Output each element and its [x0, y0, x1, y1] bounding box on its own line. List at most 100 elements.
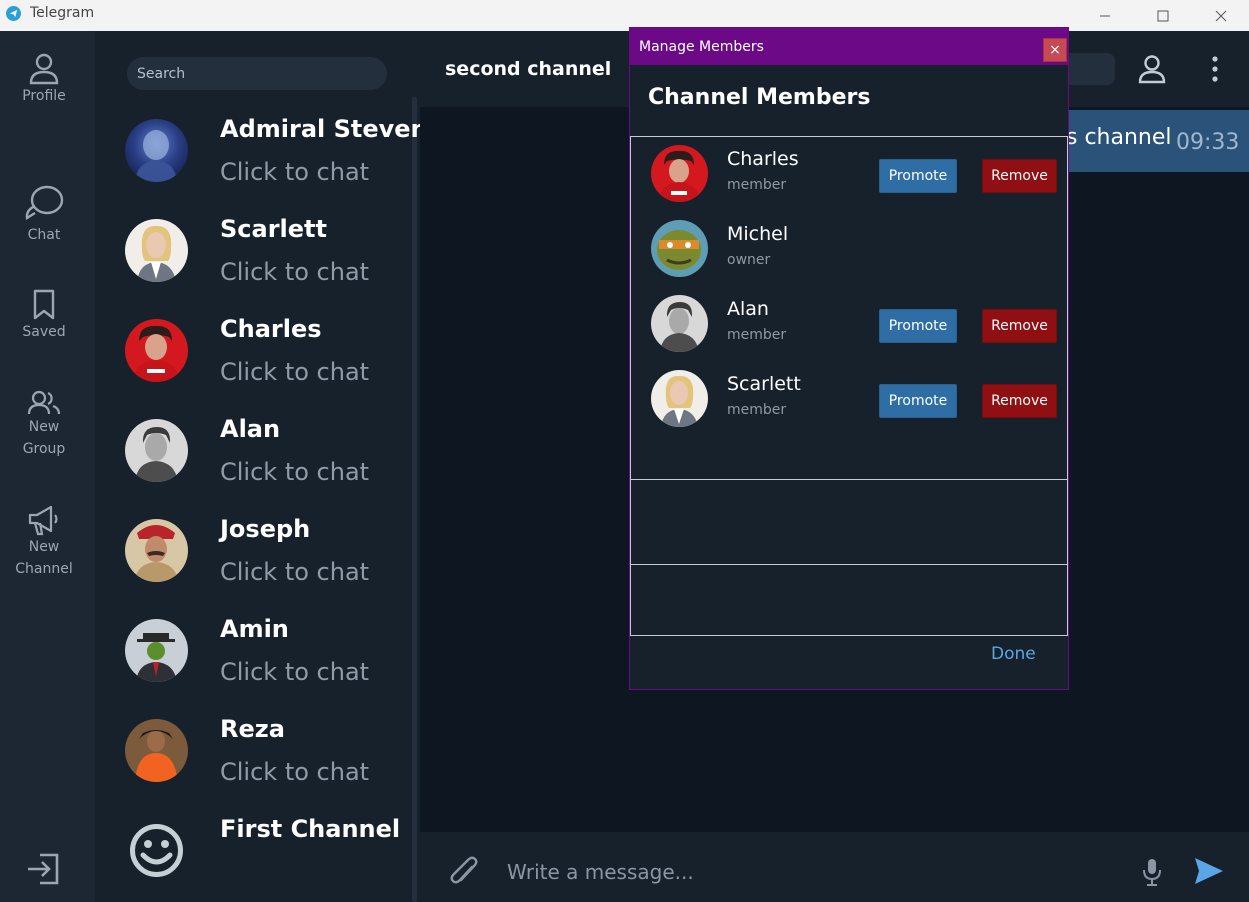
more-options-button[interactable] — [1208, 53, 1222, 89]
channel-members-heading: Channel Members — [648, 85, 871, 110]
microphone-icon — [1143, 859, 1161, 886]
chat-list-scrollbar[interactable] — [412, 97, 417, 902]
chat-item-subtitle: Click to chat — [220, 558, 370, 586]
search-input[interactable]: Search — [127, 57, 387, 90]
chat-item-name: Joseph — [220, 515, 311, 543]
member-row-scarlett: Scarlett member Promote Remove — [651, 370, 1061, 430]
chat-item-subtitle: Click to chat — [220, 158, 370, 186]
close-window-button[interactable] — [1192, 0, 1249, 31]
rail-profile[interactable]: Profile — [0, 51, 88, 107]
rail-new-group[interactable]: New Group — [0, 390, 88, 460]
dialog-section-empty-2 — [630, 564, 1068, 636]
rail-chat-label: Chat — [27, 227, 61, 243]
chat-item-admiral-steven[interactable]: Admiral Steven Click to chat — [125, 115, 428, 219]
voice-button[interactable] — [1142, 858, 1162, 890]
avatar — [651, 370, 708, 427]
member-name: Michel — [727, 223, 789, 245]
chat-item-name: Admiral Steven — [220, 115, 428, 143]
avatar — [651, 295, 708, 352]
send-button[interactable] — [1194, 857, 1224, 889]
chat-item-joseph[interactable]: Joseph Click to chat — [125, 515, 405, 619]
member-name: Scarlett — [727, 373, 801, 395]
avatar — [125, 719, 188, 782]
chat-item-subtitle: Click to chat — [220, 458, 370, 486]
avatar — [651, 145, 708, 202]
avatar — [125, 219, 188, 282]
send-icon — [1195, 858, 1223, 884]
attach-button[interactable] — [450, 855, 480, 893]
member-name: Alan — [727, 298, 769, 320]
manage-members-dialog: Manage Members × Channel Members Charles… — [629, 27, 1069, 690]
message-time: 09:33 — [1176, 130, 1240, 155]
avatar — [125, 619, 188, 682]
chat-item-subtitle: Click to chat — [220, 758, 370, 786]
chat-item-charles[interactable]: Charles Click to chat — [125, 315, 405, 419]
chat-item-first-channel[interactable]: First Channel — [125, 815, 405, 902]
minimize-icon — [1100, 15, 1110, 16]
avatar — [125, 419, 188, 482]
rail-profile-label: Profile — [22, 88, 66, 104]
rail-new-channel-label-1: New — [28, 539, 60, 555]
maximize-button[interactable] — [1134, 0, 1192, 31]
rail-new-channel[interactable]: New Channel — [0, 504, 88, 580]
chat-item-amin[interactable]: Amin Click to chat — [125, 615, 405, 719]
person-icon — [1138, 55, 1166, 84]
chat-item-subtitle: Click to chat — [220, 358, 370, 386]
rail-chat[interactable]: Chat — [0, 184, 88, 246]
chat-bubbles-icon — [25, 185, 64, 221]
rail-saved[interactable]: Saved — [0, 289, 88, 343]
chat-item-name: First Channel — [220, 815, 401, 843]
member-row-alan: Alan member Promote Remove — [651, 295, 1061, 355]
more-vertical-icon — [1212, 56, 1218, 82]
logout-button[interactable] — [26, 851, 62, 891]
channel-title: second channel — [445, 58, 612, 80]
member-name: Charles — [727, 148, 799, 170]
remove-button[interactable]: Remove — [982, 309, 1057, 343]
dialog-close-button[interactable]: × — [1043, 38, 1067, 62]
promote-button[interactable]: Promote — [879, 309, 957, 343]
member-row-charles: Charles member Promote Remove — [651, 145, 1061, 205]
remove-button[interactable]: Remove — [982, 384, 1057, 418]
minimize-button[interactable] — [1076, 0, 1134, 31]
dialog-title-bar: Manage Members — [630, 28, 1068, 65]
promote-button[interactable]: Promote — [879, 159, 957, 193]
rail-new-group-label-2: Group — [22, 441, 66, 457]
message-input[interactable]: Write a message... — [507, 860, 694, 884]
close-icon — [1215, 10, 1227, 21]
chat-item-name: Alan — [220, 415, 281, 443]
chat-item-alan[interactable]: Alan Click to chat — [125, 415, 405, 519]
paperclip-icon — [450, 856, 478, 884]
avatar — [125, 519, 188, 582]
chat-item-scarlett[interactable]: Scarlett Click to chat — [125, 215, 405, 319]
rail-saved-label: Saved — [22, 324, 66, 340]
message-bubble[interactable]: s channel 09:33 — [1060, 110, 1249, 172]
promote-button[interactable]: Promote — [879, 384, 957, 418]
member-role: member — [727, 177, 787, 193]
chat-item-reza[interactable]: Reza Click to chat — [125, 715, 405, 819]
chat-item-name: Reza — [220, 715, 285, 743]
megaphone-icon — [28, 505, 58, 536]
message-text: s channel — [1066, 125, 1172, 150]
chat-item-name: Scarlett — [220, 215, 327, 243]
chat-item-name: Amin — [220, 615, 289, 643]
chat-list-panel: Search Admiral Steven Click to chat Scar… — [95, 31, 428, 902]
member-role: member — [727, 402, 787, 418]
dialog-section-empty-1 — [630, 479, 1068, 565]
done-button[interactable]: Done — [991, 644, 1036, 664]
dialog-title: Manage Members — [639, 39, 764, 55]
smiley-icon — [125, 819, 188, 882]
group-icon — [27, 390, 61, 415]
chat-item-subtitle: Click to chat — [220, 658, 370, 686]
members-list: Charles member Promote Remove Michel own… — [630, 136, 1068, 480]
channel-info-button[interactable] — [1137, 53, 1167, 89]
member-role: owner — [727, 252, 771, 268]
avatar — [651, 220, 708, 277]
person-icon — [29, 53, 59, 85]
member-row-michel: Michel owner — [651, 220, 1061, 280]
message-composer: Write a message... — [420, 832, 1249, 902]
logout-icon — [28, 853, 59, 885]
left-rail: Profile Chat Saved New Group New Channel — [0, 31, 95, 902]
bookmark-icon — [33, 289, 55, 320]
rail-new-group-label-1: New — [28, 419, 60, 435]
remove-button[interactable]: Remove — [982, 159, 1057, 193]
